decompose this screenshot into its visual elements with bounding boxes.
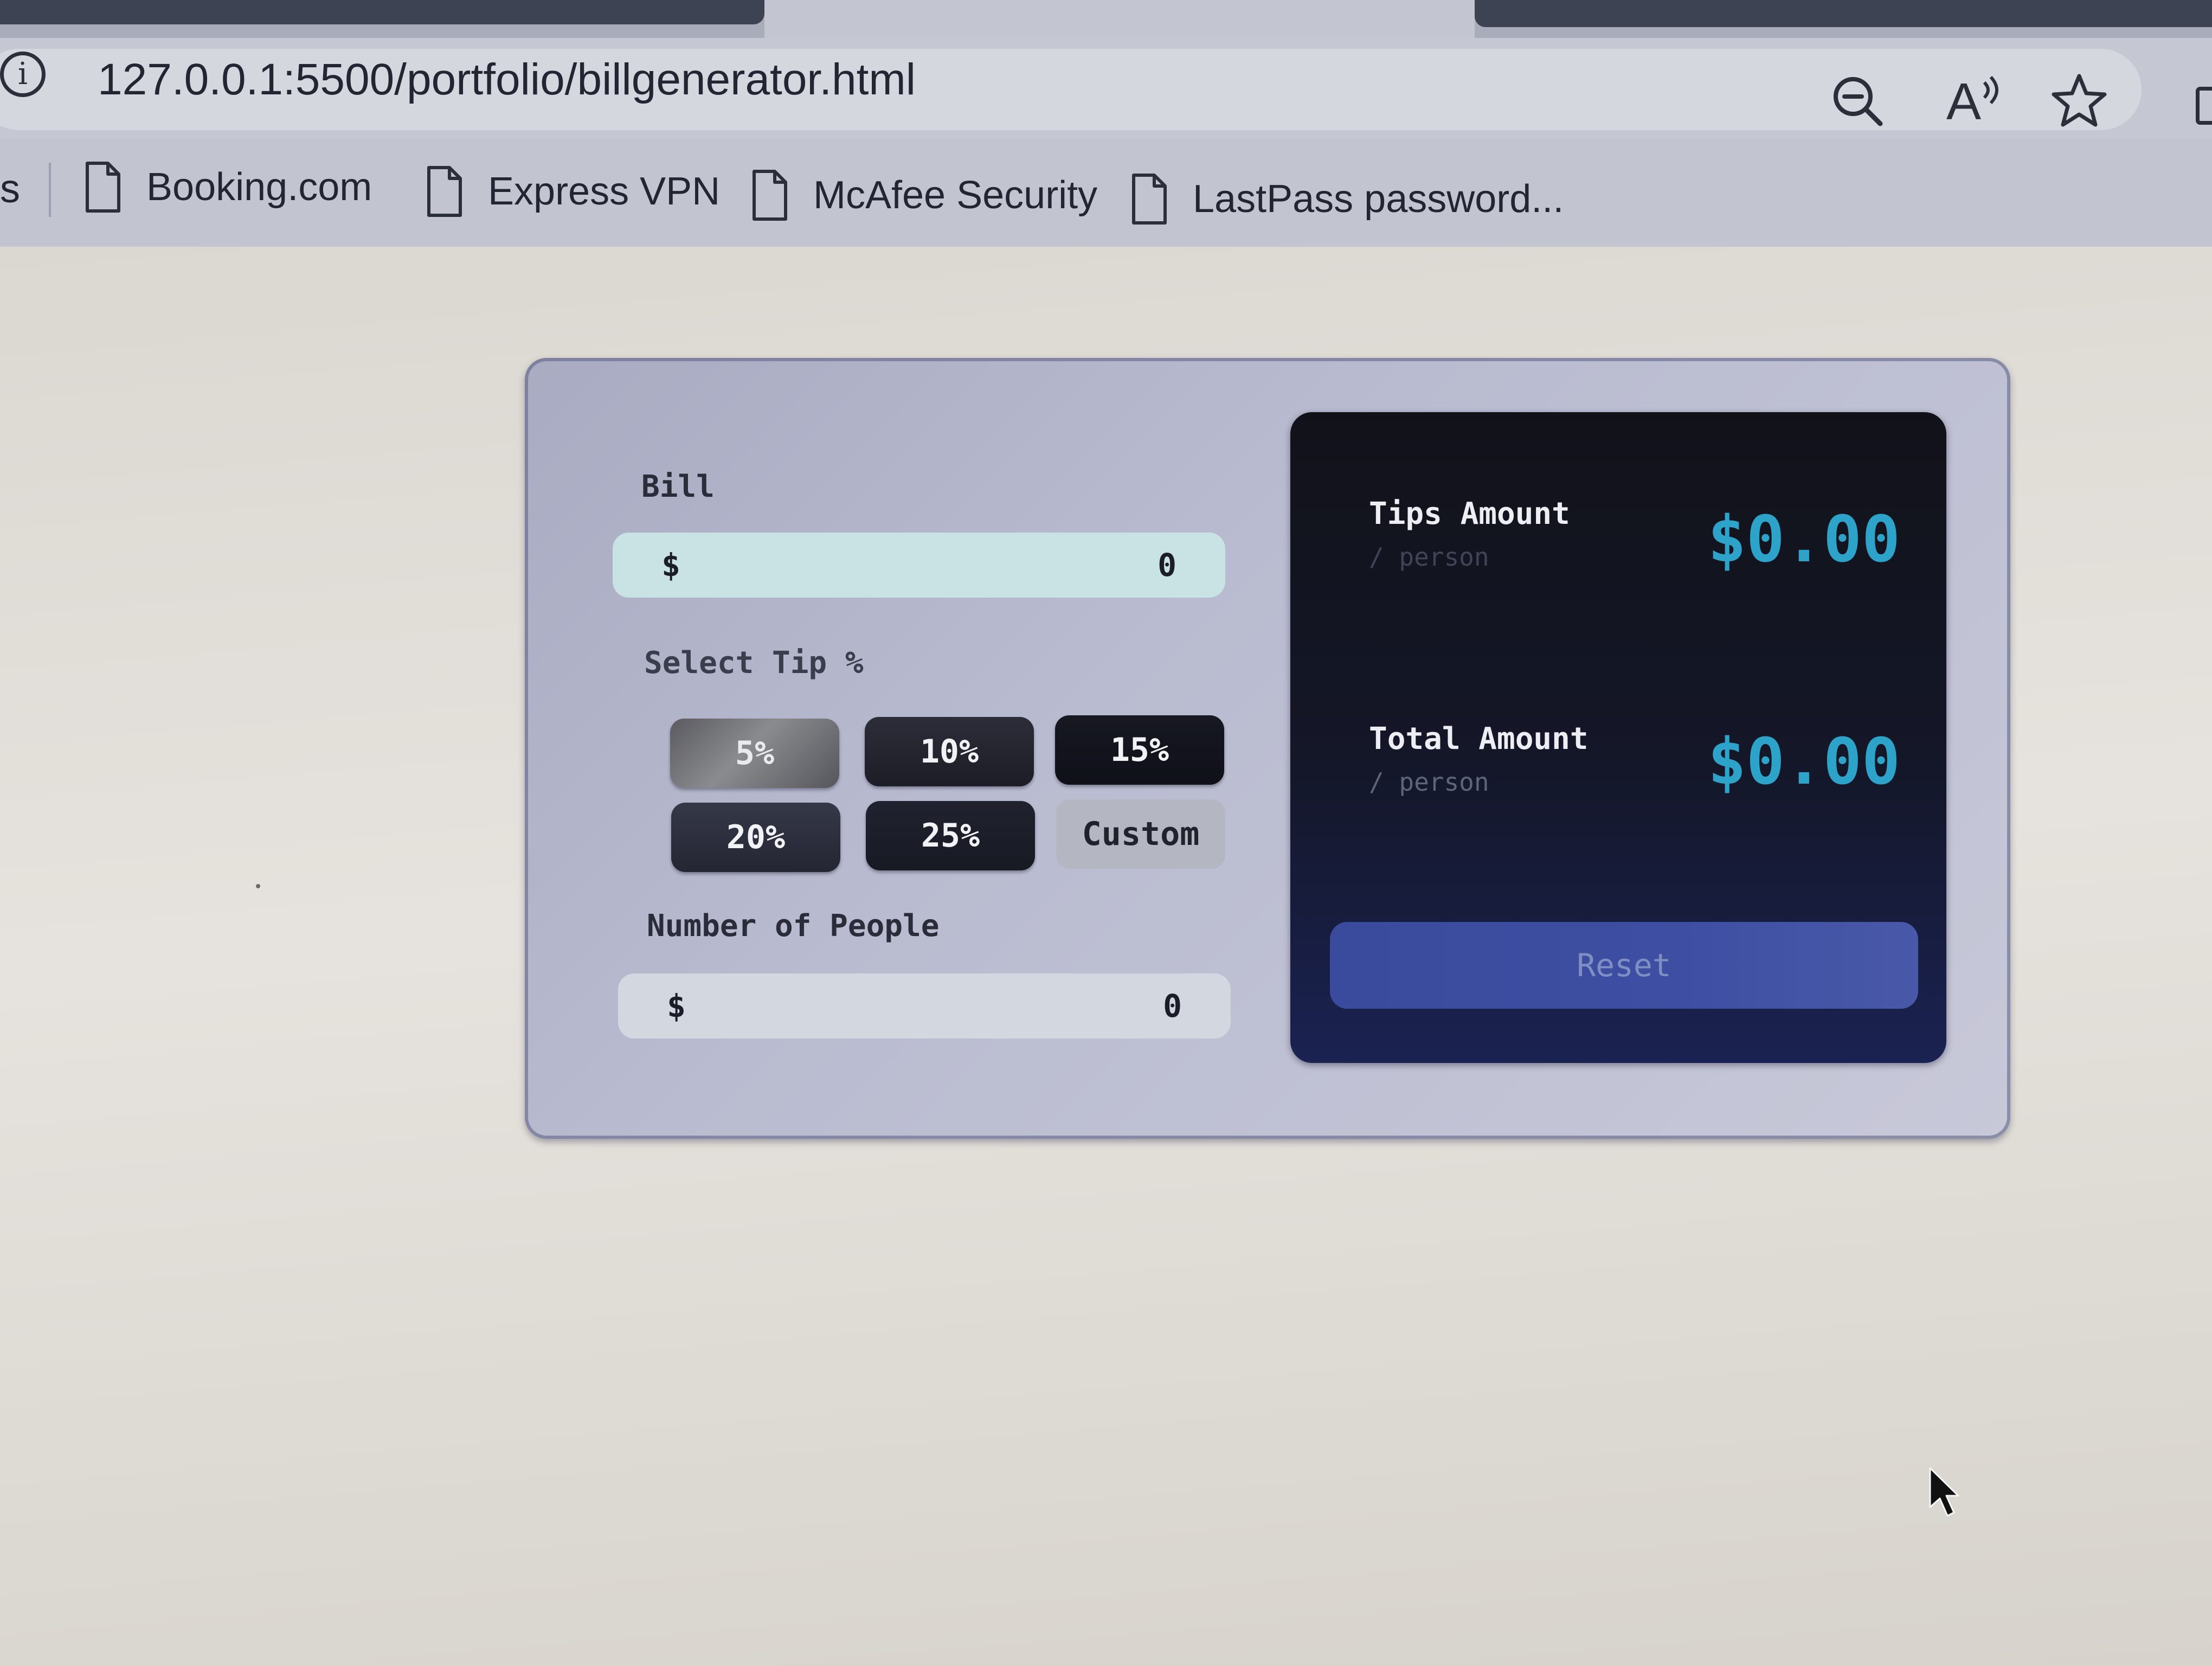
document-icon xyxy=(751,169,789,221)
bookmark-booking[interactable]: Booking.com xyxy=(84,155,372,220)
bill-input-value: 0 xyxy=(1158,547,1176,584)
people-label: Number of People xyxy=(647,908,940,944)
tips-amount-value: $0.00 xyxy=(1707,502,1900,576)
inactive-tab-right[interactable] xyxy=(1475,0,2212,27)
tip-15-button[interactable]: 15% xyxy=(1055,715,1224,785)
info-icon[interactable]: i xyxy=(0,52,46,97)
tip-calculator-card: Bill $ 0 Select Tip % 5% 10% 15% 20% 25%… xyxy=(525,358,2010,1139)
result-panel: Tips Amount / person $0.00 Total Amount … xyxy=(1290,412,1946,1063)
tab-strip xyxy=(0,0,2212,38)
read-aloud-icon[interactable]: A xyxy=(1946,72,2006,143)
bookmark-express-vpn[interactable]: Express VPN xyxy=(426,159,720,224)
bookmark-partial-label[interactable]: s xyxy=(0,165,20,212)
sidebar-icon[interactable] xyxy=(2196,87,2212,125)
dollar-icon: $ xyxy=(661,547,680,584)
total-amount-title: Total Amount xyxy=(1369,721,1589,757)
star-icon[interactable] xyxy=(2049,71,2109,130)
total-amount-value: $0.00 xyxy=(1707,724,1900,799)
document-icon xyxy=(1130,173,1168,225)
tip-custom-button[interactable]: Custom xyxy=(1056,799,1225,869)
bookmarks-divider xyxy=(49,163,51,217)
bill-label: Bill xyxy=(641,469,715,504)
document-icon xyxy=(84,161,122,213)
page-viewport: Bill $ 0 Select Tip % 5% 10% 15% 20% 25%… xyxy=(0,247,2212,1666)
active-tab[interactable] xyxy=(764,0,1475,38)
zoom-out-icon[interactable] xyxy=(1827,71,1887,130)
bookmark-lastpass[interactable]: LastPass password... xyxy=(1130,166,1564,232)
tip-20-button[interactable]: 20% xyxy=(671,803,840,872)
url-text[interactable]: 127.0.0.1:5500/portfolio/billgenerator.h… xyxy=(98,54,916,105)
select-tip-label: Select Tip % xyxy=(644,645,864,681)
bookmark-label: Booking.com xyxy=(146,165,372,209)
bookmark-label: McAfee Security xyxy=(813,174,1098,217)
tips-amount-title: Tips Amount xyxy=(1369,496,1570,531)
document-icon xyxy=(426,165,464,217)
bookmark-label: LastPass password... xyxy=(1193,177,1564,221)
inactive-tab-left[interactable] xyxy=(0,0,764,24)
dollar-icon: $ xyxy=(667,988,686,1024)
tips-amount-subtitle: / person xyxy=(1369,542,1489,572)
tip-10-button[interactable]: 10% xyxy=(865,717,1034,786)
screen-speck xyxy=(256,884,260,888)
people-input[interactable]: $ 0 xyxy=(618,973,1231,1039)
total-amount-subtitle: / person xyxy=(1369,767,1489,797)
svg-text:A: A xyxy=(1946,73,1981,131)
bill-input[interactable]: $ 0 xyxy=(613,533,1225,598)
reset-button[interactable]: Reset xyxy=(1330,922,1918,1009)
mouse-cursor-icon xyxy=(1928,1467,1960,1518)
bookmark-mcafee-security[interactable]: McAfee Security xyxy=(751,163,1097,228)
bookmark-label: Express VPN xyxy=(488,170,721,213)
tip-25-button[interactable]: 25% xyxy=(866,801,1035,870)
people-input-value: 0 xyxy=(1163,988,1182,1024)
tip-5-button[interactable]: 5% xyxy=(670,719,839,788)
bookmarks-bar: s Booking.com Express VPN McAfee Securit… xyxy=(0,138,2212,247)
